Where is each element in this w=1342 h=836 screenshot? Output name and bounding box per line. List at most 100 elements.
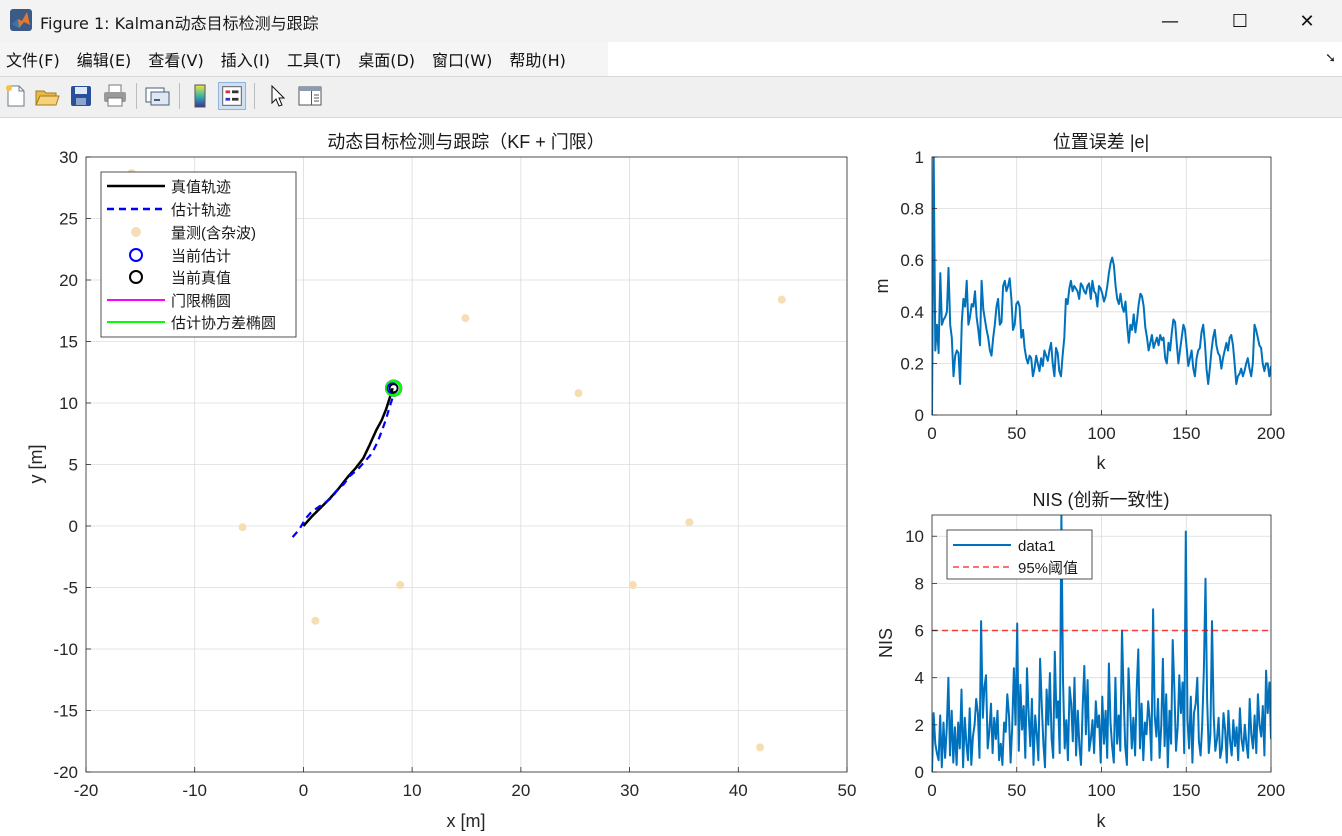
trajectory-legend[interactable]: 真值轨迹 估计轨迹 量测(含杂波) 当前估计 当前真值 门限椭圆 估计协方差椭圆 bbox=[100, 171, 297, 338]
menu-tools[interactable]: 工具(T) bbox=[281, 47, 347, 71]
nis-tick-label-x: 50 bbox=[1007, 781, 1026, 800]
legend-swatch-measurement bbox=[131, 227, 141, 237]
legend-label-gate: 门限椭圆 bbox=[171, 293, 231, 310]
trajectory-tick-label-x: 40 bbox=[729, 781, 748, 800]
close-icon: ✕ bbox=[1299, 10, 1315, 32]
menu-edit[interactable]: 编辑(E) bbox=[71, 47, 138, 71]
menu-desktop[interactable]: 桌面(D) bbox=[352, 47, 421, 71]
error-tick-label-x: 100 bbox=[1087, 424, 1115, 443]
insert-colorbar-icon[interactable] bbox=[186, 82, 214, 110]
error-tick-label-x: 150 bbox=[1172, 424, 1200, 443]
trajectory-tick-label-y: -20 bbox=[53, 763, 78, 782]
trajectory-tick-label-y: 0 bbox=[69, 517, 78, 536]
nis-tick-label-y: 4 bbox=[915, 669, 924, 688]
measurement-point bbox=[628, 581, 637, 590]
trajectory-tick-label-y: -15 bbox=[53, 702, 78, 721]
trajectory-tick-label-y: 15 bbox=[59, 333, 78, 352]
trajectory-title: 动态目标检测与跟踪（KF + 门限） bbox=[327, 132, 605, 152]
trajectory-tick-label-x: -10 bbox=[182, 781, 207, 800]
trajectory-tick-label-y: 20 bbox=[59, 271, 78, 290]
error-tick-label-y: 1 bbox=[915, 148, 924, 167]
save-icon[interactable] bbox=[67, 82, 95, 110]
toolbar-separator bbox=[136, 83, 137, 109]
link-plot-icon[interactable] bbox=[143, 82, 171, 110]
trajectory-tick-label-x: -20 bbox=[74, 781, 99, 800]
nis-legend-label-data1: data1 bbox=[1018, 538, 1056, 555]
error-ylabel: m bbox=[872, 279, 892, 294]
nis-tick-label-x: 200 bbox=[1257, 781, 1285, 800]
dock-arrow-icon[interactable]: ➘ bbox=[1325, 51, 1336, 66]
error-tick-label-x: 50 bbox=[1007, 424, 1026, 443]
nis-legend-label-threshold: 95%阈值 bbox=[1018, 560, 1078, 577]
error-title: 位置误差 |e| bbox=[1053, 132, 1149, 152]
measurement-point bbox=[461, 314, 470, 323]
nis-tick-label-y: 0 bbox=[915, 763, 924, 782]
measurement-point bbox=[238, 523, 247, 532]
open-file-icon[interactable] bbox=[33, 82, 61, 110]
legend-label-measurement: 量测(含杂波) bbox=[171, 225, 256, 242]
error-tick-label-y: 0.6 bbox=[900, 251, 924, 270]
trajectory-tick-label-x: 30 bbox=[620, 781, 639, 800]
trajectory-ylabel: y [m] bbox=[26, 445, 46, 484]
toolbar-separator bbox=[179, 83, 180, 109]
measurement-point bbox=[685, 518, 694, 527]
error-tick-label-y: 0 bbox=[915, 406, 924, 425]
nis-tick-label-x: 150 bbox=[1172, 781, 1200, 800]
error-tick-label-y: 0.2 bbox=[900, 354, 924, 373]
close-button[interactable]: ✕ bbox=[1272, 0, 1342, 42]
nis-tick-label-y: 10 bbox=[905, 527, 924, 546]
new-figure-icon[interactable] bbox=[2, 82, 30, 110]
legend-label-current-estimate: 当前估计 bbox=[171, 248, 231, 265]
nis-axes[interactable]: 0 50 100 150 200 0 2 4 6 8 10 NIS (创新一致性) k NIS da… bbox=[876, 490, 1285, 831]
trajectory-xlabel: x [m] bbox=[447, 811, 486, 831]
menu-help[interactable]: 帮助(H) bbox=[503, 47, 572, 71]
measurement-point bbox=[396, 581, 405, 590]
nis-tick-label-x: 0 bbox=[927, 781, 936, 800]
toolbar-separator bbox=[254, 83, 255, 109]
menu-window[interactable]: 窗口(W) bbox=[426, 47, 498, 71]
nis-title: NIS (创新一致性) bbox=[1033, 490, 1170, 510]
nis-tick-label-y: 8 bbox=[915, 574, 924, 593]
nis-xlabel: k bbox=[1097, 811, 1107, 831]
trajectory-tick-label-x: 10 bbox=[403, 781, 422, 800]
nis-ylabel: NIS bbox=[876, 628, 896, 658]
legend-label-covariance: 估计协方差椭圆 bbox=[171, 315, 276, 332]
trajectory-tick-label-y: 25 bbox=[59, 210, 78, 229]
menu-insert[interactable]: 插入(I) bbox=[215, 47, 276, 71]
nis-legend[interactable]: data1 95%阈值 bbox=[946, 529, 1093, 580]
nis-tick-label-x: 100 bbox=[1087, 781, 1115, 800]
error-xlabel: k bbox=[1097, 453, 1107, 473]
print-icon[interactable] bbox=[101, 82, 129, 110]
error-tick-label-x: 200 bbox=[1257, 424, 1285, 443]
trajectory-tick-label-y: -10 bbox=[53, 640, 78, 659]
trajectory-tick-label-x: 20 bbox=[511, 781, 530, 800]
trajectory-tick-label-y: 30 bbox=[59, 148, 78, 167]
window-title: Figure 1: Kalman动态目标检测与跟踪 bbox=[40, 14, 319, 33]
trajectory-tick-label-y: 5 bbox=[69, 456, 78, 475]
trajectory-tick-label-y: -5 bbox=[63, 579, 78, 598]
nis-tick-label-y: 6 bbox=[915, 622, 924, 641]
property-inspector-icon[interactable] bbox=[296, 82, 324, 110]
legend-label-truth: 真值轨迹 bbox=[171, 178, 231, 196]
title-bar: Figure 1: Kalman动态目标检测与跟踪 — ☐ ✕ bbox=[0, 0, 1342, 42]
figure-toolbar bbox=[0, 76, 1342, 118]
maximize-button[interactable]: ☐ bbox=[1205, 0, 1275, 42]
edit-plot-icon[interactable] bbox=[263, 82, 291, 110]
measurement-point bbox=[756, 743, 765, 752]
menu-view[interactable]: 查看(V) bbox=[142, 47, 209, 71]
error-tick-label-y: 0.4 bbox=[900, 303, 924, 322]
measurement-point bbox=[777, 295, 786, 304]
measurement-point bbox=[574, 389, 583, 398]
trajectory-axes[interactable]: -20 -10 0 10 20 30 40 50 -20 -15 -10 -5 0 5 10 15 20 25 30… bbox=[26, 132, 856, 831]
trajectory-tick-label-x: 50 bbox=[838, 781, 857, 800]
matlab-logo-icon bbox=[10, 9, 32, 31]
legend-label-estimate: 估计轨迹 bbox=[171, 202, 231, 219]
trajectory-tick-label-x: 0 bbox=[299, 781, 308, 800]
figure-canvas[interactable]: -20 -10 0 10 20 30 40 50-20-15-10-5051015202530… bbox=[0, 117, 1342, 836]
position-error-axes[interactable]: 0 50 100 150 200 0 0.2 0.4 0.6 0.8 1 位置误差 |e| k m bbox=[872, 132, 1285, 473]
insert-legend-icon[interactable] bbox=[218, 82, 246, 110]
minimize-button[interactable]: — bbox=[1135, 0, 1205, 42]
menu-file[interactable]: 文件(F) bbox=[0, 47, 66, 71]
nis-tick-label-y: 2 bbox=[915, 716, 924, 735]
minimize-icon: — bbox=[1161, 10, 1179, 32]
